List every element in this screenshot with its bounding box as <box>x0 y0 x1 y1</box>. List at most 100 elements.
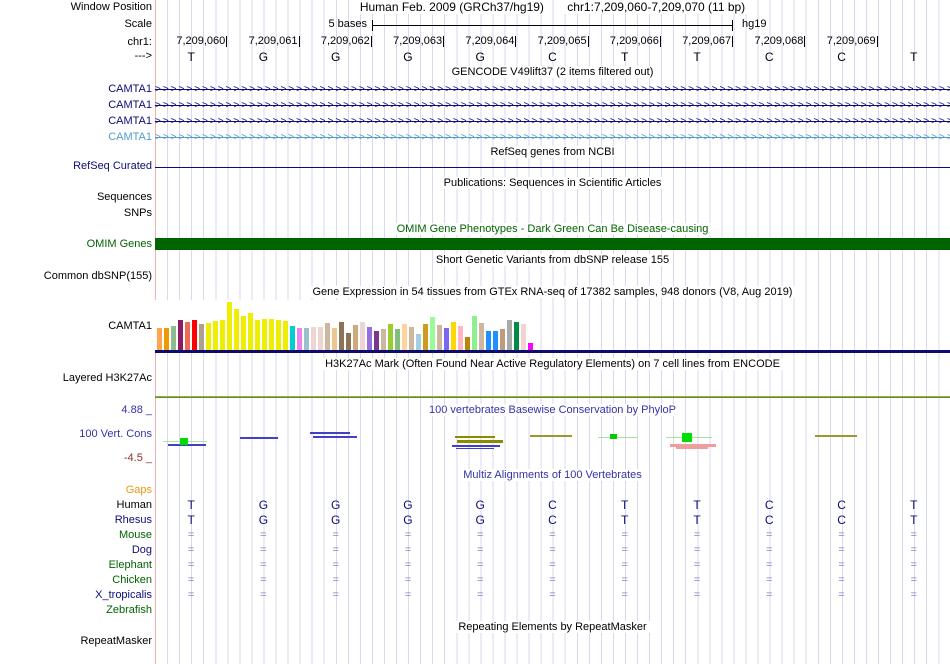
gtex-expression-bar[interactable] <box>465 337 470 350</box>
gencode-gene-label[interactable]: CAMTA1 <box>108 115 152 128</box>
gtex-expression-bar[interactable] <box>276 320 281 350</box>
species-label-chicken[interactable]: Chicken <box>112 574 152 587</box>
species-label-x_tropicalis[interactable]: X_tropicalis <box>95 589 152 602</box>
species-label-mouse[interactable]: Mouse <box>119 529 152 542</box>
alignment-row-elephant[interactable]: = = = = = = = = = = = <box>155 559 950 572</box>
gtex-expression-bar[interactable] <box>339 322 344 350</box>
gencode-gene-label[interactable]: CAMTA1 <box>108 99 152 112</box>
repeatmasker-track-label[interactable]: RepeatMasker <box>80 635 152 648</box>
dbsnp-track-title[interactable]: Short Genetic Variants from dbSNP releas… <box>432 254 673 266</box>
gtex-expression-bar[interactable] <box>255 320 260 350</box>
species-label-dog[interactable]: Dog <box>132 544 152 557</box>
gtex-track-title[interactable]: Gene Expression in 54 tissues from GTEx … <box>309 286 796 298</box>
gtex-expression-bar[interactable] <box>367 327 372 350</box>
gtex-expression-bar[interactable] <box>241 316 246 350</box>
gtex-expression-bar[interactable] <box>178 320 183 350</box>
gtex-expression-bar[interactable] <box>423 324 428 350</box>
sequences-track-label[interactable]: Sequences <box>97 191 152 204</box>
publications-track-title[interactable]: Publications: Sequences in Scientific Ar… <box>440 177 665 189</box>
gtex-expression-bar[interactable] <box>157 328 162 350</box>
alignment-row-dog[interactable]: = = = = = = = = = = = <box>155 544 950 557</box>
species-label-human[interactable]: Human <box>117 499 152 512</box>
gencode-gene-model-row[interactable]: >>>>>>>>>>>>>>>>>>>>>>>>>>>>>>>>>>>>>>>>… <box>155 131 950 143</box>
gencode-gene-model-row[interactable]: >>>>>>>>>>>>>>>>>>>>>>>>>>>>>>>>>>>>>>>>… <box>155 83 950 95</box>
gtex-expression-bar[interactable] <box>360 322 365 350</box>
gtex-expression-bar[interactable] <box>507 320 512 350</box>
gtex-expression-bar[interactable] <box>479 323 484 350</box>
gtex-expression-bar[interactable] <box>262 319 267 350</box>
gtex-expression-bar[interactable] <box>409 327 414 350</box>
omim-track-title[interactable]: OMIM Gene Phenotypes - Dark Green Can Be… <box>393 223 712 235</box>
multiz-track-title[interactable]: Multiz Alignments of 100 Vertebrates <box>460 469 645 481</box>
gtex-expression-bar[interactable] <box>171 326 176 350</box>
phylop-track-label[interactable]: 100 Vert. Cons <box>79 428 152 441</box>
phylop-track-title[interactable]: 100 vertebrates Basewise Conservation by… <box>425 404 680 416</box>
gtex-expression-bar[interactable] <box>388 324 393 350</box>
species-label-zebrafish[interactable]: Zebrafish <box>106 604 152 617</box>
alignment-row-rhesus[interactable]: TGGGGCTTCCT <box>155 514 950 527</box>
gencode-gene-label[interactable]: CAMTA1 <box>108 131 152 144</box>
gtex-expression-bar[interactable] <box>395 329 400 350</box>
species-label-elephant[interactable]: Elephant <box>109 559 152 572</box>
snps-track-label[interactable]: SNPs <box>124 207 152 220</box>
gtex-expression-bar[interactable] <box>402 324 407 350</box>
gtex-expression-bar[interactable] <box>472 316 477 350</box>
gtex-expression-bar[interactable] <box>521 324 526 350</box>
alignment-row-zebrafish[interactable] <box>155 604 950 617</box>
gtex-expression-bar[interactable] <box>500 329 505 350</box>
alignment-row-chicken[interactable]: = = = = = = = = = = = <box>155 574 950 587</box>
gtex-gene-label[interactable]: CAMTA1 <box>108 320 152 333</box>
alignment-row-mouse[interactable]: = = = = = = = = = = = <box>155 529 950 542</box>
gencode-gene-model-row[interactable]: >>>>>>>>>>>>>>>>>>>>>>>>>>>>>>>>>>>>>>>>… <box>155 115 950 127</box>
gtex-expression-bar[interactable] <box>353 325 358 350</box>
gtex-expression-bar[interactable] <box>493 331 498 350</box>
gtex-expression-bar[interactable] <box>227 302 232 350</box>
gtex-expression-bar[interactable] <box>381 329 386 350</box>
alignment-row-gaps[interactable] <box>155 484 950 497</box>
gencode-gene-model-row[interactable]: >>>>>>>>>>>>>>>>>>>>>>>>>>>>>>>>>>>>>>>>… <box>155 99 950 111</box>
refseq-curated-label[interactable]: RefSeq Curated <box>73 160 152 173</box>
refseq-gene-line[interactable] <box>155 167 950 168</box>
gtex-expression-bar[interactable] <box>458 326 463 350</box>
gencode-track-title[interactable]: GENCODE V49lift37 (2 items filtered out) <box>448 66 657 78</box>
species-label-gaps[interactable]: Gaps <box>126 484 152 497</box>
gtex-expression-bar[interactable] <box>318 327 323 350</box>
gtex-expression-bar[interactable] <box>528 343 533 350</box>
gtex-expression-bar[interactable] <box>311 327 316 350</box>
gtex-expression-bar[interactable] <box>346 333 351 350</box>
gtex-expression-bar[interactable] <box>192 320 197 350</box>
gtex-expression-bar[interactable] <box>332 328 337 350</box>
refseq-track-title[interactable]: RefSeq genes from NCBI <box>487 146 618 158</box>
gtex-expression-bar[interactable] <box>290 326 295 350</box>
gtex-expression-bar[interactable] <box>185 322 190 350</box>
gtex-expression-bar[interactable] <box>444 328 449 350</box>
gtex-expression-bar[interactable] <box>164 328 169 350</box>
gtex-expression-bar[interactable] <box>220 320 225 350</box>
gtex-expression-bar[interactable] <box>430 317 435 350</box>
omim-genes-label[interactable]: OMIM Genes <box>87 238 152 251</box>
h3k27ac-track-title[interactable]: H3K27Ac Mark (Often Found Near Active Re… <box>322 358 783 370</box>
gtex-expression-bar[interactable] <box>451 322 456 350</box>
gtex-expression-bar[interactable] <box>325 323 330 350</box>
gtex-expression-bar[interactable] <box>304 328 309 350</box>
gtex-expression-bar[interactable] <box>514 322 519 350</box>
h3k27ac-track-label[interactable]: Layered H3K27Ac <box>63 372 152 385</box>
gencode-gene-label[interactable]: CAMTA1 <box>108 83 152 96</box>
gtex-expression-bar[interactable] <box>437 325 442 350</box>
alignment-row-human[interactable]: TGGGGCTTCCT <box>155 499 950 512</box>
gtex-expression-bar[interactable] <box>269 319 274 350</box>
dbsnp-track-label[interactable]: Common dbSNP(155) <box>44 270 152 283</box>
gtex-expression-bar[interactable] <box>416 334 421 350</box>
omim-gene-bar[interactable] <box>155 238 950 250</box>
gtex-expression-bar[interactable] <box>206 323 211 350</box>
repeatmasker-track-title[interactable]: Repeating Elements by RepeatMasker <box>455 621 650 633</box>
gtex-expression-bar[interactable] <box>374 331 379 350</box>
alignment-row-x_tropicalis[interactable]: = = = = = = = = = = = <box>155 589 950 602</box>
gtex-expression-bar[interactable] <box>283 321 288 350</box>
gtex-expression-bar[interactable] <box>199 324 204 350</box>
gtex-expression-bar[interactable] <box>486 331 491 350</box>
species-label-rhesus[interactable]: Rhesus <box>115 514 152 527</box>
gtex-expression-bar[interactable] <box>248 313 253 350</box>
gtex-expression-bar[interactable] <box>234 309 239 350</box>
gtex-expression-bar[interactable] <box>213 321 218 350</box>
